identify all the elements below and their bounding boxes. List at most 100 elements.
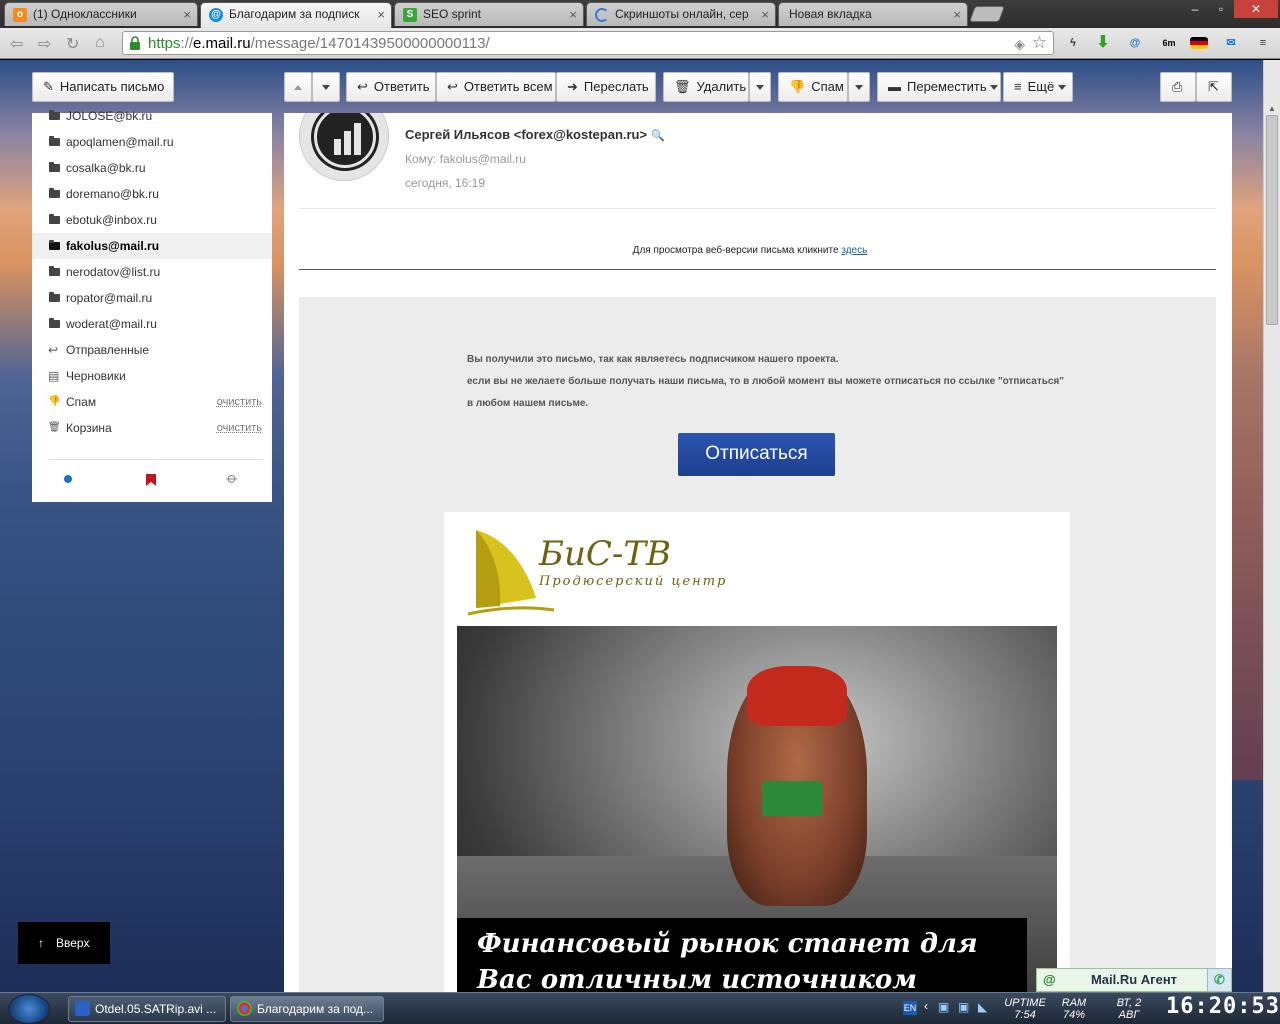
browser-toolbar: ⇦ ⇨ ↻ ⌂ https://e.mail.ru/message/147014… xyxy=(0,28,1280,59)
clear-spam-link[interactable]: очистить xyxy=(217,390,262,414)
back-button[interactable]: ⇦ xyxy=(10,34,23,54)
language-indicator[interactable]: EN xyxy=(903,1001,917,1015)
media-player-icon xyxy=(75,1001,90,1016)
page-scrollbar[interactable]: ▲ xyxy=(1263,60,1280,992)
bookmark-star-icon[interactable]: ☆ xyxy=(1032,33,1047,53)
sidebar-item-fakolus[interactable]: fakolus@mail.ru xyxy=(32,233,272,259)
scroll-up-icon[interactable]: ▲ xyxy=(1268,104,1276,113)
close-icon[interactable]: × xyxy=(183,7,191,22)
arrow-up-icon: ↑ xyxy=(38,936,44,950)
sender-name[interactable]: Сергей Ильясов <forex@kostepan.ru> 🔍 xyxy=(405,127,665,142)
translate-icon[interactable]: ◈ xyxy=(1014,36,1025,53)
sidebar-item-doremano[interactable]: doremano@bk.ru xyxy=(32,182,272,206)
mail-icon[interactable]: ✉ xyxy=(1222,34,1240,52)
spam-menu-button[interactable] xyxy=(848,72,870,102)
tab-screenshots[interactable]: Скриншоты онлайн, сер × xyxy=(586,2,776,26)
unread-filter-icon[interactable] xyxy=(64,475,72,483)
home-button[interactable]: ⌂ xyxy=(95,34,105,52)
divider xyxy=(49,459,263,460)
taskbar-item-browser[interactable]: Благодарим за под... xyxy=(230,996,384,1022)
down-arrow-icon xyxy=(322,85,330,91)
tab-newtab[interactable]: Новая вкладка × xyxy=(778,2,968,26)
mailru-icon: @ xyxy=(209,8,223,22)
attachment-filter-icon[interactable]: ⌀ xyxy=(223,468,242,487)
delete-menu-button[interactable] xyxy=(749,72,771,102)
close-icon[interactable]: × xyxy=(569,7,577,22)
sidebar-item-woderat[interactable]: woderat@mail.ru xyxy=(32,312,272,336)
spam-button[interactable]: 👎 Спам xyxy=(778,72,848,102)
devices-icon[interactable]: ▣ xyxy=(958,1000,969,1014)
sidebar-item-drafts[interactable]: ▤ Черновики xyxy=(32,364,272,388)
lock-icon xyxy=(130,36,140,50)
start-button[interactable] xyxy=(8,994,50,1024)
delete-button[interactable]: 🗑 Удалить xyxy=(663,72,749,102)
close-icon[interactable]: × xyxy=(377,7,385,22)
maximize-button[interactable]: ▫ xyxy=(1208,0,1234,18)
sidebar-item-spam[interactable]: 👎 Спам очистить xyxy=(32,390,272,414)
tab-seosprint[interactable]: S SEO sprint × xyxy=(394,2,584,26)
next-message-button[interactable] xyxy=(312,72,340,102)
sender-avatar xyxy=(299,113,389,181)
message-view: Сергей Ильясов <forex@kostepan.ru> 🔍 Кому… xyxy=(284,113,1232,992)
forward-button[interactable]: ⇨ xyxy=(38,34,51,54)
message-date: сегодня, 16:19 xyxy=(405,176,486,190)
german-flag-icon[interactable] xyxy=(1190,37,1208,49)
signal-icon[interactable]: ◣ xyxy=(978,1000,987,1014)
runner-band xyxy=(762,781,822,816)
flag-filter-icon[interactable] xyxy=(146,474,156,486)
agent-icon[interactable]: @ xyxy=(1126,34,1144,52)
tab-mailru[interactable]: @ Благодарим за подписк × xyxy=(200,2,392,28)
folder-icon: ▬ xyxy=(888,79,901,94)
runner-photo: Финансовый рынок станет для Вас отличным… xyxy=(457,626,1057,992)
clock[interactable]: 16:20:53 xyxy=(1166,994,1280,1019)
address-bar[interactable]: https://e.mail.ru/message/14701439500000… xyxy=(122,31,1054,55)
scroll-thumb[interactable] xyxy=(1266,115,1278,325)
compose-icon: ✎ xyxy=(43,79,54,94)
flash-icon[interactable]: ϟ xyxy=(1064,34,1082,52)
search-icon[interactable]: 🔍 xyxy=(651,130,665,142)
close-icon[interactable]: × xyxy=(953,7,961,22)
forward-button[interactable]: ➜ Переслать xyxy=(556,72,656,102)
reply-button[interactable]: ↩ Ответить xyxy=(346,72,436,102)
open-window-button[interactable]: ⇱ xyxy=(1196,72,1232,102)
menu-icon[interactable]: ≡ xyxy=(1254,34,1272,52)
new-tab-button[interactable] xyxy=(969,6,1005,22)
compose-button[interactable]: ✎ Написать письмо xyxy=(32,72,174,102)
trash-icon: 🗑 xyxy=(48,422,61,433)
chevron-left-icon[interactable]: ‹ xyxy=(924,999,928,1013)
timer-icon[interactable]: 6m xyxy=(1160,34,1178,52)
sidebar-item-cosalka[interactable]: cosalka@bk.ru xyxy=(32,156,272,180)
sidebar-item-sent[interactable]: ↩ Отправленные xyxy=(32,338,272,362)
prev-message-button[interactable] xyxy=(284,72,312,102)
taskbar-item-video[interactable]: Otdel.05.SATRip.avi ... xyxy=(68,996,226,1022)
more-button[interactable]: ≡ Ещё xyxy=(1003,72,1073,102)
sidebar-item-ebotuk[interactable]: ebotuk@inbox.ru xyxy=(32,208,272,232)
sidebar-item-trash[interactable]: 🗑 Корзина очистить xyxy=(32,416,272,440)
clear-trash-link[interactable]: очистить xyxy=(217,416,262,440)
sidebar-item-ropator[interactable]: ropator@mail.ru xyxy=(32,286,272,310)
print-button[interactable]: ⎙ xyxy=(1160,72,1196,102)
taskbar: Otdel.05.SATRip.avi ... Благодарим за по… xyxy=(0,992,1280,1024)
reload-button[interactable]: ↻ xyxy=(66,34,79,54)
printer-icon: ⎙ xyxy=(1172,79,1183,94)
move-button[interactable]: ▬ Переместить xyxy=(877,72,1001,102)
folder-icon xyxy=(49,136,60,146)
mailru-agent-widget[interactable]: @ Mail.Ru Агент ✆ xyxy=(1036,968,1232,992)
close-window-button[interactable]: ✕ xyxy=(1234,0,1278,18)
forward-icon: ➜ xyxy=(567,79,578,94)
sidebar-item-apoqlamen[interactable]: apoqlamen@mail.ru xyxy=(32,130,272,154)
sidebar-item-nerodatov[interactable]: nerodatov@list.ru xyxy=(32,260,272,284)
agent-icon: @ xyxy=(1043,972,1056,987)
reply-all-icon: ↩ xyxy=(447,79,458,94)
close-icon[interactable]: × xyxy=(761,7,769,22)
unsubscribe-button[interactable]: Отписаться xyxy=(678,433,835,476)
sidebar-item-jolose[interactable]: JOLOSE@bk.ru xyxy=(32,104,272,128)
tab-odnoklassniki[interactable]: о (1) Одноклассники × xyxy=(4,2,198,26)
scroll-to-top-button[interactable]: ↑ Вверх xyxy=(18,922,110,964)
download-icon[interactable]: ⬇ xyxy=(1094,34,1112,52)
phone-icon[interactable]: ✆ xyxy=(1207,969,1231,991)
network-icon[interactable]: ▣ xyxy=(938,1000,949,1014)
minimize-button[interactable]: – xyxy=(1182,0,1208,18)
reply-all-button[interactable]: ↩ Ответить всем xyxy=(436,72,556,102)
web-version-link[interactable]: здесь xyxy=(841,245,867,256)
